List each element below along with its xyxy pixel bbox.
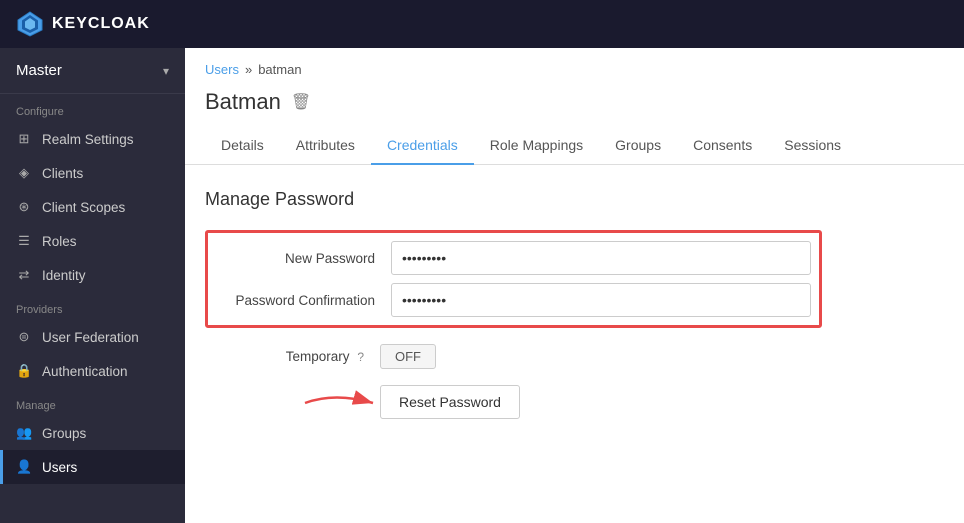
tab-consents[interactable]: Consents xyxy=(677,127,768,165)
user-federation-icon: ⊜ xyxy=(16,329,32,345)
breadcrumb: Users » batman xyxy=(185,48,964,85)
password-confirmation-row: Password Confirmation xyxy=(216,283,811,317)
groups-icon: 👥 xyxy=(16,425,32,441)
authentication-icon: 🔒 xyxy=(16,363,32,379)
top-bar: KEYCLOAK xyxy=(0,0,964,48)
realm-settings-icon: ⊞ xyxy=(16,131,32,147)
temporary-label: Temporary ? xyxy=(205,349,380,364)
logo-area: KEYCLOAK xyxy=(16,10,150,38)
sidebar-item-label: Realm Settings xyxy=(42,132,134,147)
sidebar-item-label: Authentication xyxy=(42,364,128,379)
credentials-section: Manage Password New Password Password Co… xyxy=(185,165,964,443)
tab-details[interactable]: Details xyxy=(205,127,280,165)
sidebar-item-label: Clients xyxy=(42,166,83,181)
sidebar-item-label: User Federation xyxy=(42,330,139,345)
password-highlight-box: New Password Password Confirmation xyxy=(205,230,822,328)
sidebar-item-label: Identity xyxy=(42,268,86,283)
tab-role-mappings[interactable]: Role Mappings xyxy=(474,127,599,165)
arrow-icon xyxy=(295,390,385,416)
content-area: Users » batman Batman 🗑 Details Attribut… xyxy=(185,48,964,523)
tab-sessions[interactable]: Sessions xyxy=(768,127,857,165)
password-confirmation-input[interactable] xyxy=(391,283,811,317)
tab-groups[interactable]: Groups xyxy=(599,127,677,165)
new-password-label: New Password xyxy=(216,251,391,266)
sidebar-item-groups[interactable]: 👥 Groups xyxy=(0,416,185,450)
tab-credentials[interactable]: Credentials xyxy=(371,127,474,165)
sidebar-item-label: Users xyxy=(42,460,77,475)
arrow-annotation xyxy=(295,390,385,416)
keycloak-logo-icon xyxy=(16,10,44,38)
clients-icon: ◈ xyxy=(16,165,32,181)
page-title: Batman xyxy=(205,89,281,115)
tab-attributes[interactable]: Attributes xyxy=(280,127,371,165)
sidebar-item-user-federation[interactable]: ⊜ User Federation xyxy=(0,320,185,354)
configure-section-label: Configure xyxy=(0,94,185,122)
chevron-down-icon: ▾ xyxy=(163,64,169,78)
sidebar-item-client-scopes[interactable]: ⊛ Client Scopes xyxy=(0,190,185,224)
providers-section-label: Providers xyxy=(0,292,185,320)
sidebar-item-identity[interactable]: ⇄ Identity xyxy=(0,258,185,292)
temporary-help-icon[interactable]: ? xyxy=(357,350,364,364)
breadcrumb-current: batman xyxy=(258,62,301,77)
identity-icon: ⇄ xyxy=(16,267,32,283)
main-layout: Master ▾ Configure ⊞ Realm Settings ◈ Cl… xyxy=(0,48,964,523)
sidebar-item-realm-settings[interactable]: ⊞ Realm Settings xyxy=(0,122,185,156)
sidebar-item-users[interactable]: 👤 Users xyxy=(0,450,185,484)
new-password-input[interactable] xyxy=(391,241,811,275)
realm-selector[interactable]: Master ▾ xyxy=(0,48,185,94)
breadcrumb-users-link[interactable]: Users xyxy=(205,62,239,77)
users-icon: 👤 xyxy=(16,459,32,475)
page-header: Batman 🗑 xyxy=(185,85,964,127)
sidebar-item-clients[interactable]: ◈ Clients xyxy=(0,156,185,190)
temporary-toggle[interactable]: OFF xyxy=(380,344,436,369)
sidebar-item-label: Client Scopes xyxy=(42,200,125,215)
app-title: KEYCLOAK xyxy=(52,15,150,33)
temporary-row: Temporary ? OFF xyxy=(205,344,944,369)
manage-password-title: Manage Password xyxy=(205,189,944,210)
realm-name: Master xyxy=(16,62,62,79)
reset-password-area: Reset Password xyxy=(380,385,944,419)
sidebar-item-roles[interactable]: ☰ Roles xyxy=(0,224,185,258)
breadcrumb-separator: » xyxy=(245,62,252,77)
sidebar-item-label: Groups xyxy=(42,426,86,441)
password-confirmation-label: Password Confirmation xyxy=(216,293,391,308)
delete-user-icon[interactable]: 🗑 xyxy=(291,92,311,112)
sidebar-item-authentication[interactable]: 🔒 Authentication xyxy=(0,354,185,388)
sidebar-item-label: Roles xyxy=(42,234,77,249)
tabs-bar: Details Attributes Credentials Role Mapp… xyxy=(185,127,964,165)
reset-password-button[interactable]: Reset Password xyxy=(380,385,520,419)
new-password-row: New Password xyxy=(216,241,811,275)
roles-icon: ☰ xyxy=(16,233,32,249)
manage-section-label: Manage xyxy=(0,388,185,416)
sidebar: Master ▾ Configure ⊞ Realm Settings ◈ Cl… xyxy=(0,48,185,523)
client-scopes-icon: ⊛ xyxy=(16,199,32,215)
